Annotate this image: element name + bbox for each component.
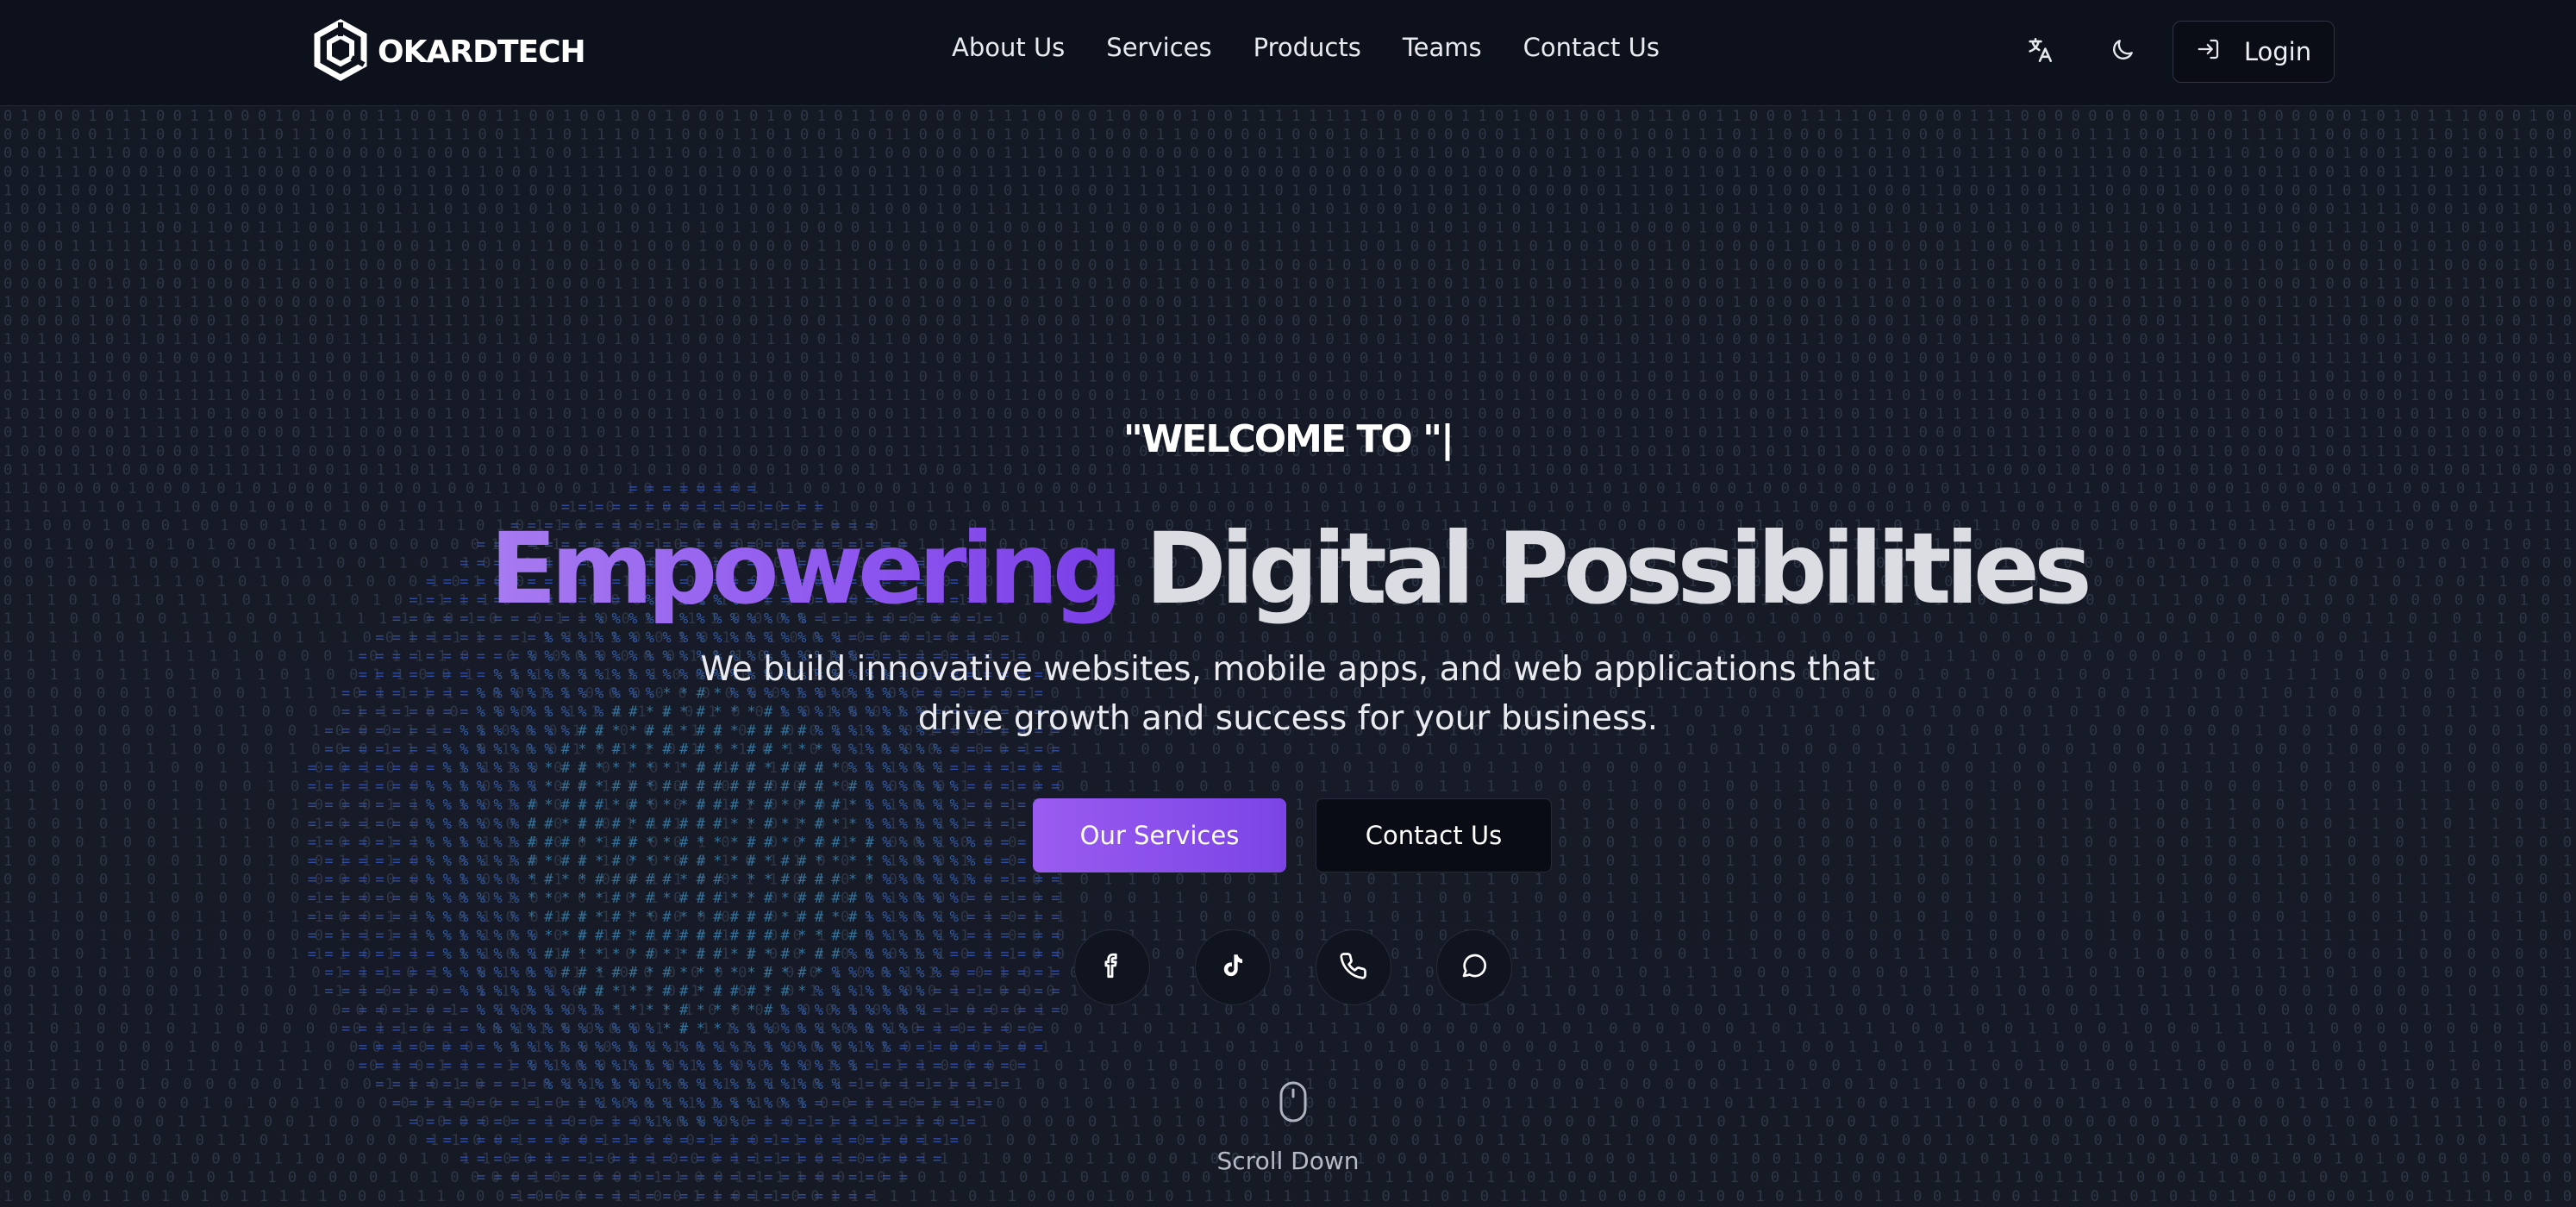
- page-root: 0100010110011000101000110010011001001001…: [0, 0, 2576, 1207]
- facebook-button[interactable]: [1074, 929, 1150, 1005]
- brand-logo[interactable]: OKARDTECH: [312, 18, 586, 84]
- theme-toggle-button[interactable]: [2102, 31, 2143, 72]
- hero-subtitle: We build innovative websites, mobile app…: [685, 645, 1891, 743]
- facebook-icon: [1097, 951, 1127, 984]
- welcome-typewriter: "WELCOME TO "|: [1122, 417, 1454, 461]
- logo-text: OKARDTECH: [378, 34, 586, 70]
- login-button[interactable]: Login: [2173, 21, 2335, 83]
- tiktok-button[interactable]: [1195, 929, 1271, 1005]
- nav-teams[interactable]: Teams: [1403, 33, 1482, 62]
- nav-services[interactable]: Services: [1106, 33, 1211, 62]
- contact-us-button[interactable]: Contact Us: [1316, 798, 1552, 872]
- headline-rest: Digital Possibilities: [1145, 511, 2092, 626]
- logo-icon: [312, 18, 369, 84]
- chat-icon: [1459, 950, 1490, 985]
- chat-button[interactable]: [1436, 929, 1512, 1005]
- mouse-icon: [1276, 1081, 1310, 1123]
- translate-icon: [2025, 35, 2054, 68]
- headline-accent: Empowering: [490, 511, 1122, 626]
- moon-icon: [2109, 36, 2136, 67]
- nav-contact-us[interactable]: Contact Us: [1523, 33, 1660, 62]
- nav-products[interactable]: Products: [1254, 33, 1361, 62]
- phone-icon: [1338, 950, 1369, 985]
- login-label: Login: [2243, 37, 2312, 66]
- subtitle-line-1: We build innovative websites, mobile app…: [700, 650, 1876, 689]
- site-header: OKARDTECH About Us Services Products Tea…: [0, 0, 2576, 106]
- login-icon: [2196, 36, 2222, 68]
- main-nav: About Us Services Products Teams Contact…: [952, 33, 1660, 62]
- translate-button[interactable]: [2019, 31, 2060, 72]
- scroll-down-label: Scroll Down: [1216, 1147, 1360, 1175]
- nav-about-us[interactable]: About Us: [952, 33, 1065, 62]
- hero-headline: Empowering Digital Possibilities: [0, 509, 2576, 629]
- our-services-button[interactable]: Our Services: [1033, 798, 1286, 872]
- phone-button[interactable]: [1316, 929, 1391, 1005]
- subtitle-line-2: drive growth and success for your busine…: [917, 699, 1659, 738]
- tiktok-icon: [1218, 951, 1247, 984]
